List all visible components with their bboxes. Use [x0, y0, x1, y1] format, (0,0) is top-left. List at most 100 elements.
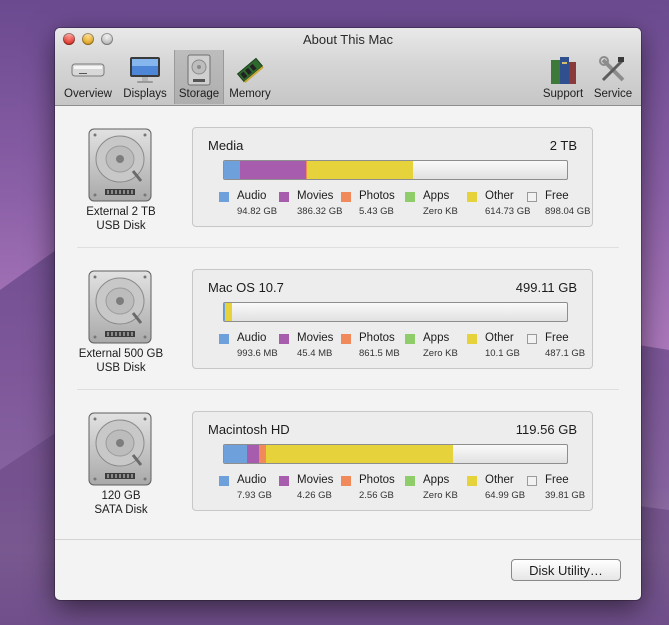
- legend-name: Free: [545, 190, 569, 202]
- legend-value: Zero KB: [423, 490, 458, 501]
- volume-size: 2 TB: [549, 138, 577, 153]
- disk-row-3: 120 GB SATA Disk Macintosh HD 119.56 GB …: [55, 391, 641, 533]
- tab-displays-label: Displays: [123, 88, 167, 100]
- tab-memory-label: Memory: [229, 88, 271, 100]
- volume-size: 499.11 GB: [515, 280, 577, 295]
- legend-value: 39.81 GB: [545, 490, 586, 501]
- tab-service-label: Service: [593, 88, 633, 100]
- legend-swatch-audio: [219, 334, 229, 344]
- disk-label: External 2 TB USB Disk: [65, 205, 177, 233]
- legend-value: 898.04 GB: [545, 206, 591, 217]
- legend-swatch-other: [467, 334, 477, 344]
- tab-storage-label: Storage: [178, 88, 220, 100]
- legend-name: Movies: [297, 190, 334, 202]
- mac-mini-icon: [70, 54, 106, 86]
- disk-utility-button[interactable]: Disk Utility…: [511, 559, 621, 581]
- legend-name: Movies: [297, 474, 334, 486]
- legend-name: Apps: [423, 474, 450, 486]
- legend-value: Zero KB: [423, 348, 458, 359]
- legend-name: Other: [485, 190, 514, 202]
- legend-value: 5.43 GB: [359, 206, 394, 217]
- tab-overview-label: Overview: [64, 88, 112, 100]
- memory-chip-icon: [232, 54, 268, 86]
- title-bar: About This Mac Overview Displays Storage…: [55, 28, 641, 106]
- hard-disk-icon: [83, 127, 157, 203]
- usage-segment-movies: [240, 161, 307, 179]
- usage-bar: [223, 160, 568, 180]
- legend-swatch-movies: [279, 334, 289, 344]
- tab-service[interactable]: Service: [589, 50, 637, 104]
- tab-memory[interactable]: Memory: [225, 50, 275, 104]
- legend-value: 993.6 MB: [237, 348, 278, 359]
- legend-swatch-apps: [405, 192, 415, 202]
- legend-name: Other: [485, 474, 514, 486]
- legend-swatch-free: [527, 334, 537, 344]
- footer-divider: [55, 539, 641, 540]
- books-icon: [545, 54, 581, 86]
- legend-swatch-photos: [341, 334, 351, 344]
- volume-panel: Mac OS 10.7 499.11 GB Audio 993.6 MB Movie…: [192, 269, 593, 369]
- legend-swatch-movies: [279, 192, 289, 202]
- legend-name: Photos: [359, 332, 395, 344]
- legend-value: 614.73 GB: [485, 206, 531, 217]
- usage-segment-photos: [258, 445, 267, 463]
- legend-swatch-photos: [341, 192, 351, 202]
- legend-swatch-apps: [405, 476, 415, 486]
- tab-storage[interactable]: Storage: [174, 50, 224, 104]
- hard-drive-icon: [181, 54, 217, 86]
- tab-displays[interactable]: Displays: [118, 50, 172, 104]
- legend-swatch-free: [527, 476, 537, 486]
- legend-name: Photos: [359, 190, 395, 202]
- tab-overview[interactable]: Overview: [61, 50, 115, 104]
- legend-name: Movies: [297, 332, 334, 344]
- disk-label-line2: USB Disk: [96, 362, 146, 374]
- legend-name: Apps: [423, 190, 450, 202]
- disk-row-1: External 2 TB USB Disk Media 2 TB Audio 9…: [55, 107, 641, 249]
- legend-value: 94.82 GB: [237, 206, 278, 217]
- legend-name: Audio: [237, 190, 267, 202]
- tab-support[interactable]: Support: [539, 50, 587, 104]
- legend-swatch-audio: [219, 192, 229, 202]
- volume-panel: Macintosh HD 119.56 GB Audio 7.93 GB Movie…: [192, 411, 593, 511]
- usage-legend: Audio 94.82 GB Movies 386.32 GB Photos 5.43 G…: [219, 190, 591, 220]
- legend-value: 45.4 MB: [297, 348, 333, 359]
- legend-swatch-other: [467, 192, 477, 202]
- usage-legend: Audio 993.6 MB Movies 45.4 MB Photos 861.5 MB…: [219, 332, 589, 362]
- legend-name: Audio: [237, 474, 267, 486]
- hard-disk-icon: [83, 411, 157, 487]
- legend-value: 7.93 GB: [237, 490, 272, 501]
- legend-name: Audio: [237, 332, 267, 344]
- usage-bar: [223, 444, 568, 464]
- disk-label: 120 GB SATA Disk: [65, 489, 177, 517]
- legend-name: Free: [545, 474, 569, 486]
- usage-segment-audio: [224, 161, 241, 179]
- legend-swatch-apps: [405, 334, 415, 344]
- legend-swatch-audio: [219, 476, 229, 486]
- disk-row-divider: [77, 389, 619, 390]
- disk-label-line1: External 500 GB: [78, 348, 164, 360]
- tab-support-label: Support: [542, 88, 584, 100]
- about-this-mac-window: About This Mac Overview Displays Storage…: [55, 28, 641, 600]
- legend-swatch-free: [527, 192, 537, 202]
- disk-row-2: External 500 GB USB Disk Mac OS 10.7 499…: [55, 249, 641, 391]
- disk-label-line1: 120 GB: [101, 490, 141, 502]
- tools-icon: [595, 54, 631, 86]
- disk-label: External 500 GB USB Disk: [65, 347, 177, 375]
- usage-legend: Audio 7.93 GB Movies 4.26 GB Photos 2.56 GB Ap…: [219, 474, 589, 504]
- usage-segment-other: [307, 161, 413, 179]
- legend-value: 64.99 GB: [485, 490, 526, 501]
- legend-value: 861.5 MB: [359, 348, 400, 359]
- volume-panel: Media 2 TB Audio 94.82 GB Movies 386.32 GB P…: [192, 127, 593, 227]
- usage-segment-other: [225, 303, 233, 321]
- legend-value: Zero KB: [423, 206, 458, 217]
- volume-name: Media: [208, 138, 244, 153]
- volume-name: Mac OS 10.7: [208, 280, 284, 295]
- legend-value: 10.1 GB: [485, 348, 520, 359]
- window-title: About This Mac: [302, 32, 394, 47]
- legend-name: Other: [485, 332, 514, 344]
- legend-swatch-photos: [341, 476, 351, 486]
- disk-label-line2: SATA Disk: [94, 504, 148, 516]
- legend-name: Apps: [423, 332, 450, 344]
- legend-swatch-movies: [279, 476, 289, 486]
- display-icon: [127, 54, 163, 86]
